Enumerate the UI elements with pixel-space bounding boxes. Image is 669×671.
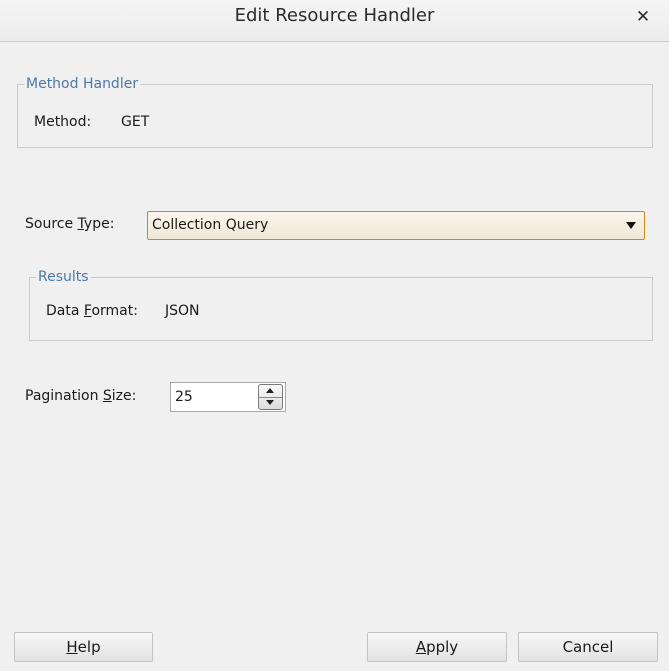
data-format-value: JSON [165,303,200,319]
chevron-down-icon [626,222,636,229]
spin-down-icon [266,400,274,405]
data-format-label-post: ormat: [91,303,138,319]
spin-up-icon [266,388,274,393]
results-legend: Results [38,269,89,285]
close-icon[interactable]: ✕ [633,7,653,27]
apply-label-rest: pply [426,638,459,656]
source-type-label-post: ype: [83,216,115,232]
apply-mnemonic: A [415,638,427,656]
pagination-size-label-post: ize: [111,388,137,404]
method-handler-legend: Method Handler [26,76,139,92]
data-format-label: Data Format: [46,303,138,319]
help-mnemonic: H [66,638,78,656]
pagination-size-spinner[interactable] [258,384,283,410]
method-handler-group: Method Handler [17,76,653,148]
source-type-label-pre: Source [25,216,78,232]
source-type-label: Source Type: [25,216,114,232]
pagination-size-label: Pagination Size: [25,388,136,404]
help-button[interactable]: Help [14,632,153,662]
cancel-button[interactable]: Cancel [518,632,658,662]
source-type-value: Collection Query [152,217,269,233]
help-label-rest: elp [77,638,101,656]
data-format-label-pre: Data [46,303,84,319]
pagination-size-label-mnemonic: S [102,388,112,404]
method-label: Method: [34,114,92,130]
source-type-select[interactable]: Collection Query [147,211,645,240]
method-value: GET [121,114,150,130]
pagination-size-label-pre: Pagination [25,388,103,404]
dialog-title: Edit Resource Handler [234,5,435,26]
apply-button[interactable]: Apply [367,632,507,662]
dialog-titlebar: Edit Resource Handler ✕ [0,0,669,42]
spin-down-button[interactable] [259,397,282,409]
